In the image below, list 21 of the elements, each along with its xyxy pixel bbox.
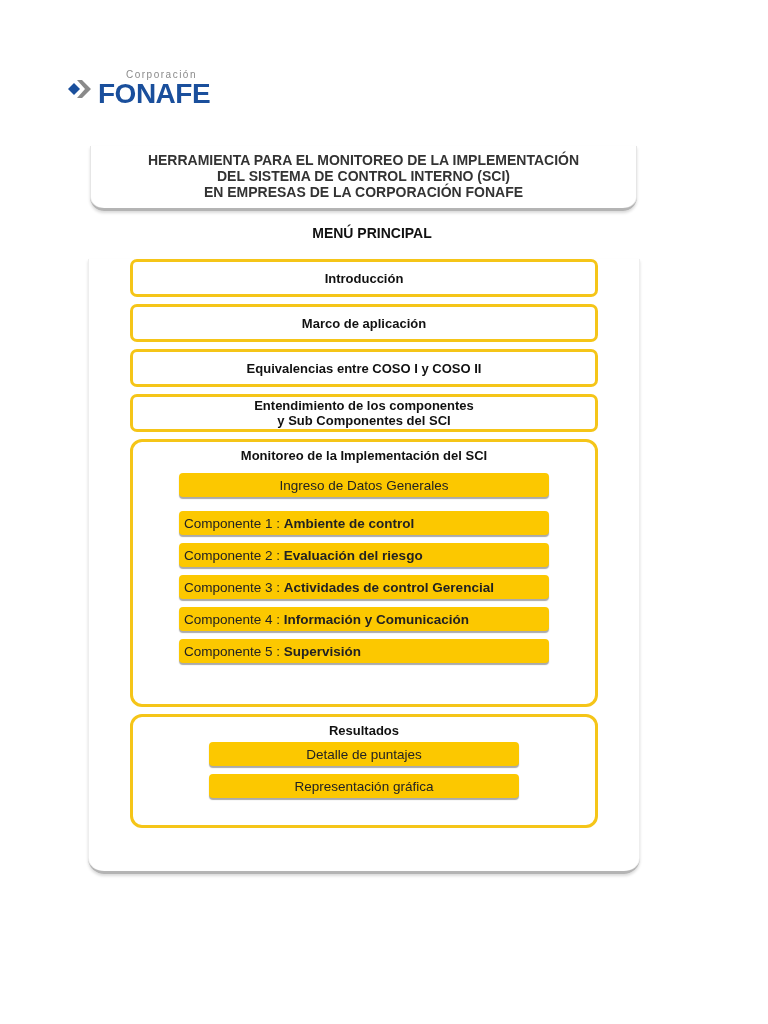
menu-button[interactable]: Introducción [130, 259, 598, 297]
component-button[interactable]: Componente 3 : Actividades de control Gerencial [179, 575, 549, 599]
panel-title: Resultados [328, 723, 400, 738]
menu-button[interactable]: Entendimiento de los componentes y Sub Componentes del SCI [130, 394, 598, 432]
general-data-button[interactable]: Ingreso de Datos Generales [179, 473, 549, 497]
header-title: DEL SISTEMA DE CONTROL INTERNO (SCI) [216, 168, 511, 184]
panel-title: Monitoreo de la Implementación del SCI [240, 448, 488, 463]
results-button[interactable]: Representación gráfica [209, 774, 519, 798]
component-button[interactable]: Componente 1 : Ambiente de control [179, 511, 549, 535]
menu-button[interactable]: Equivalencias entre COSO I y COSO II [130, 349, 598, 387]
logo-subtitle: Corporación [126, 70, 198, 80]
header-title: HERRAMIENTA PARA EL MONITOREO DE LA IMPLEMENTACIÓN [146, 152, 581, 168]
results-button[interactable]: Detalle de puntajes [209, 742, 519, 766]
menu-button[interactable]: Marco de aplicación [130, 304, 598, 342]
logo-chevron-icon [68, 78, 92, 100]
menu-title: MENÚ PRINCIPAL [311, 225, 433, 241]
header-title: EN EMPRESAS DE LA CORPORACIÓN FONAFE [202, 184, 525, 200]
component-button[interactable]: Componente 2 : Evaluación del riesgo [179, 543, 549, 567]
logo-wordmark: FONAFE [98, 80, 211, 108]
component-button[interactable]: Componente 5 : Supervisión [179, 639, 549, 663]
component-button[interactable]: Componente 4 : Información y Comunicación [179, 607, 549, 631]
